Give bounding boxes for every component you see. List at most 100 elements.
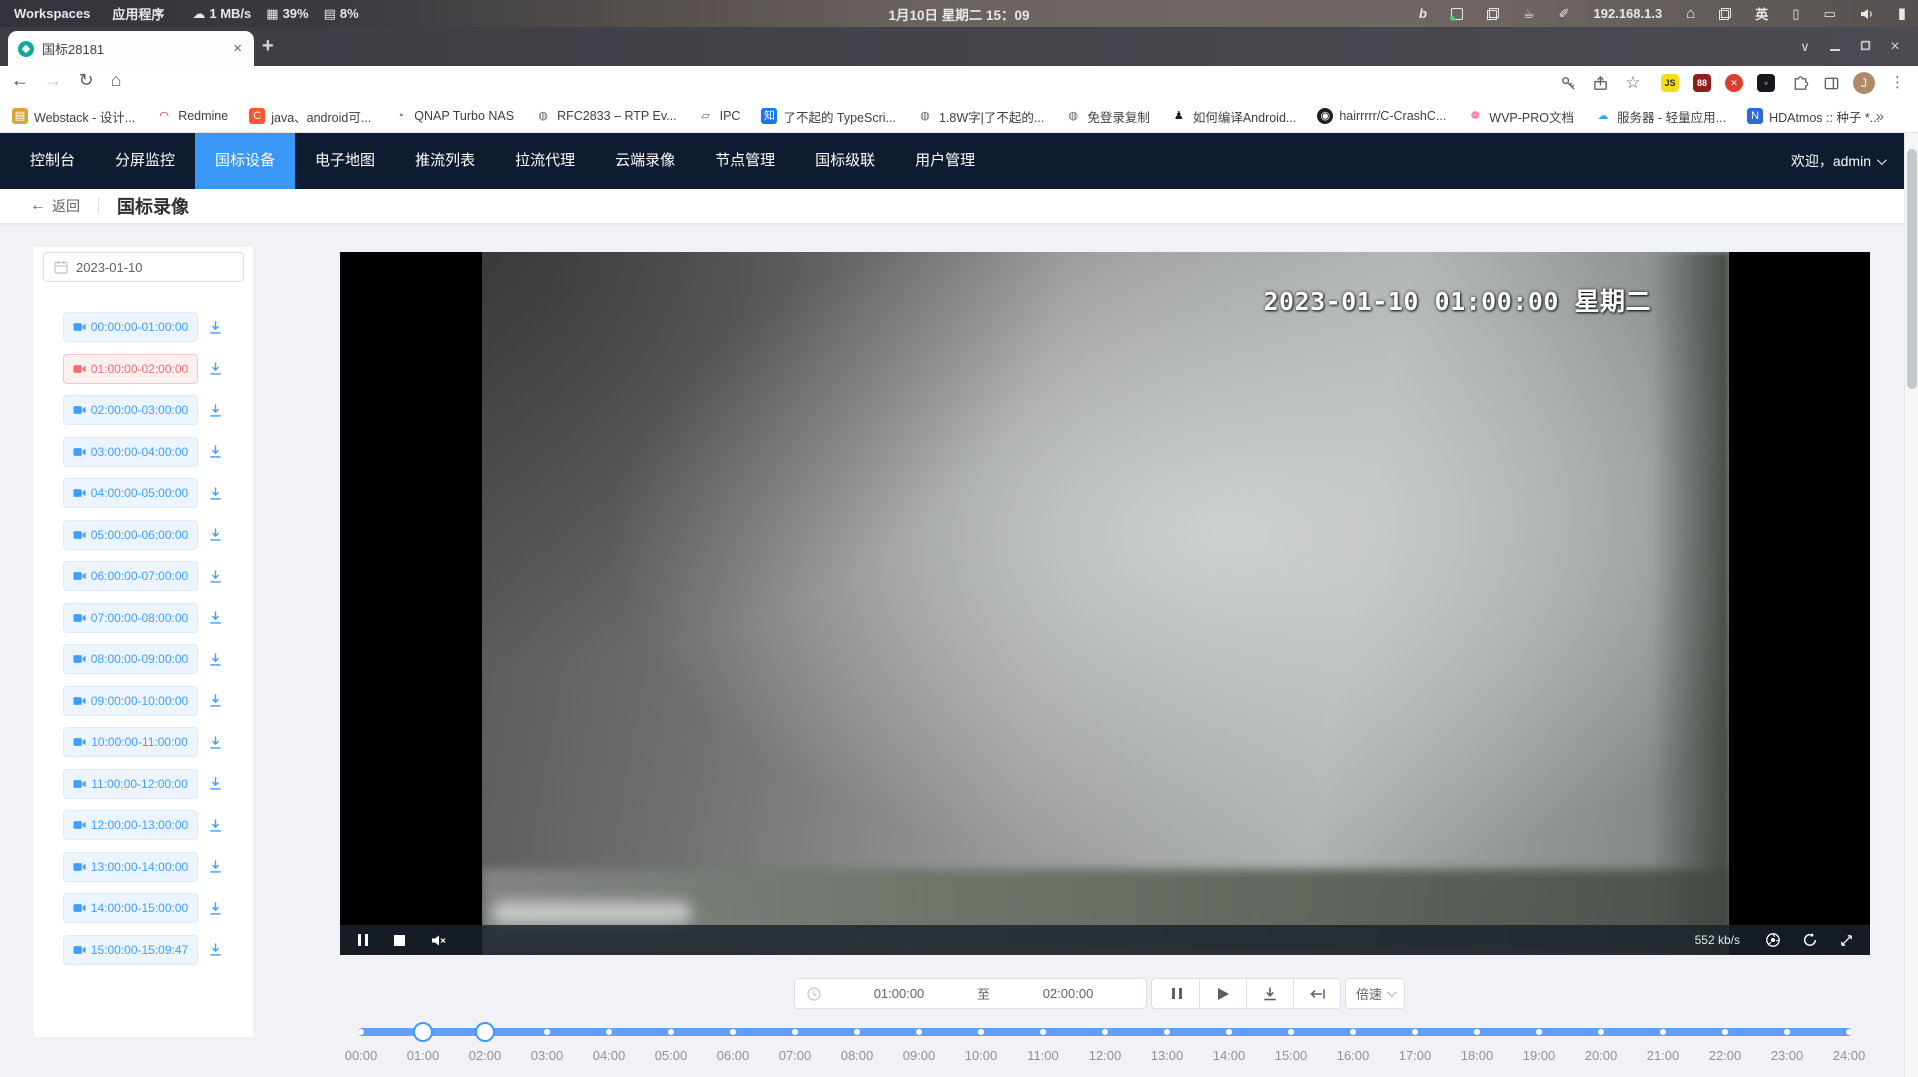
nav-item-用户管理[interactable]: 用户管理 xyxy=(895,133,995,189)
play-button[interactable] xyxy=(1199,979,1246,1008)
home-button-icon[interactable]: ⌂ xyxy=(103,70,129,91)
nav-item-拉流代理[interactable]: 拉流代理 xyxy=(495,133,595,189)
ip-address-indicator[interactable]: 192.168.1.3 xyxy=(1594,6,1663,21)
segment-download-icon[interactable] xyxy=(208,942,223,957)
key-icon[interactable] xyxy=(1557,73,1579,93)
segment-button[interactable]: 06:00:00-07:00:00 xyxy=(63,561,198,591)
segment-button[interactable]: 08:00:00-09:00:00 xyxy=(63,644,198,674)
segment-button[interactable]: 03:00:00-04:00:00 xyxy=(63,437,198,467)
segment-download-icon[interactable] xyxy=(208,486,223,501)
window-close-button[interactable]: × xyxy=(1880,38,1910,56)
bookmark-item[interactable]: NHDAtmos :: 种子 *... xyxy=(1747,107,1880,126)
bookmark-item[interactable]: ♟如何编译Android... xyxy=(1171,107,1297,126)
end-time-value[interactable]: 02:00:00 xyxy=(990,986,1146,1001)
scrollbar-thumb[interactable] xyxy=(1907,149,1917,389)
nav-item-控制台[interactable]: 控制台 xyxy=(10,133,95,189)
bookmark-item[interactable]: 知了不起的 TypeScri... xyxy=(761,107,896,126)
bookmark-item[interactable]: ❁WVP-PRO文档 xyxy=(1467,107,1574,126)
player-stop-icon[interactable] xyxy=(394,935,405,946)
bookmark-item[interactable]: ◍免登录复制 xyxy=(1065,107,1150,126)
memory-usage-indicator[interactable]: ▤ 8% xyxy=(324,6,359,21)
timeline-handle[interactable] xyxy=(475,1022,495,1042)
bookmark-item[interactable]: ◍RFC2833 – RTP Ev... xyxy=(535,108,677,124)
back-icon[interactable]: ← xyxy=(7,70,33,91)
download-button[interactable] xyxy=(1246,979,1293,1008)
segment-download-icon[interactable] xyxy=(208,610,223,625)
js-extension-icon[interactable]: JS xyxy=(1661,74,1679,92)
segment-download-icon[interactable] xyxy=(208,361,223,376)
segment-download-icon[interactable] xyxy=(208,693,223,708)
segment-download-icon[interactable] xyxy=(208,735,223,750)
volume-icon[interactable] xyxy=(1860,8,1874,20)
video-player[interactable]: 2023-01-10 01:00:00 星期二 552 kb/s xyxy=(340,252,1870,955)
segment-button[interactable]: 12:00:00-13:00:00 xyxy=(63,810,198,840)
network-speed-indicator[interactable]: ☁ 1 MB/s xyxy=(192,6,251,21)
segment-download-icon[interactable] xyxy=(208,818,223,833)
segment-button[interactable]: 02:00:00-03:00:00 xyxy=(63,395,198,425)
caffeine-icon[interactable]: ☕ xyxy=(1523,7,1535,20)
home-icon[interactable]: ⌂ xyxy=(1686,6,1695,21)
nav-item-电子地图[interactable]: 电子地图 xyxy=(295,133,395,189)
bookmark-item[interactable]: Cjava、android可... xyxy=(249,107,371,126)
segment-button[interactable]: 11:00:00-12:00:00 xyxy=(63,769,198,799)
bookmark-item[interactable]: ▤Webstack - 设计... xyxy=(12,107,135,126)
segment-download-icon[interactable] xyxy=(208,776,223,791)
input-method-indicator[interactable]: 英 xyxy=(1755,4,1768,23)
refresh-icon[interactable] xyxy=(1802,932,1818,948)
segment-download-icon[interactable] xyxy=(208,901,223,916)
clipboard-manager-icon[interactable] xyxy=(1487,8,1499,20)
red-badge-extension-icon[interactable]: 88 xyxy=(1693,74,1711,92)
page-scrollbar[interactable] xyxy=(1904,133,1918,1077)
nav-item-云端录像[interactable]: 云端录像 xyxy=(595,133,695,189)
back-button[interactable]: 返回 xyxy=(52,196,80,216)
window-restore-button[interactable] xyxy=(1850,39,1880,54)
segment-button[interactable]: 04:00:00-05:00:00 xyxy=(63,478,198,508)
tray-app-b-icon[interactable]: b xyxy=(1419,7,1427,20)
segment-button[interactable]: 15:00:00-15:09:47 xyxy=(63,935,198,965)
segment-download-icon[interactable] xyxy=(208,859,223,874)
segment-download-icon[interactable] xyxy=(208,403,223,418)
cpu-usage-indicator[interactable]: ▦ 39% xyxy=(266,6,308,21)
window-minimize-button[interactable] xyxy=(1820,39,1850,54)
forward-icon[interactable]: → xyxy=(40,70,66,91)
browser-tab[interactable]: 国标28181 × xyxy=(8,31,254,66)
segment-button[interactable]: 05:00:00-06:00:00 xyxy=(63,520,198,550)
start-time-value[interactable]: 01:00:00 xyxy=(821,986,977,1001)
new-tab-button[interactable]: + xyxy=(262,35,274,57)
snapshot-icon[interactable] xyxy=(1765,932,1781,948)
workspace-switcher-icon[interactable] xyxy=(1719,8,1731,20)
timeline-handle[interactable] xyxy=(413,1022,433,1042)
bookmark-item[interactable]: ◉hairrrrr/C-CrashC... xyxy=(1317,108,1446,124)
nav-item-国标级联[interactable]: 国标级联 xyxy=(795,133,895,189)
segment-download-icon[interactable] xyxy=(208,320,223,335)
adblock-extension-icon[interactable]: ✕ xyxy=(1725,74,1743,92)
seek-back-button[interactable] xyxy=(1293,979,1340,1008)
tab-search-icon[interactable]: ∨ xyxy=(1790,39,1820,55)
workspaces-button[interactable]: Workspaces xyxy=(14,6,90,21)
color-picker-icon[interactable]: ✐ xyxy=(1559,7,1570,20)
display-icon[interactable]: ▭ xyxy=(1823,7,1835,20)
segment-button[interactable]: 10:00:00-11:00:00 xyxy=(63,727,198,757)
segment-button[interactable]: 09:00:00-10:00:00 xyxy=(63,686,198,716)
share-icon[interactable] xyxy=(1589,73,1611,93)
segment-download-icon[interactable] xyxy=(208,527,223,542)
user-menu[interactable]: 欢迎，admin xyxy=(1791,151,1884,171)
segment-button[interactable]: 14:00:00-15:00:00 xyxy=(63,893,198,923)
bookmark-item[interactable]: ☁服务器 - 轻量应用... xyxy=(1595,107,1726,126)
date-picker-input[interactable]: 2023-01-10 xyxy=(43,252,244,282)
tab-close-icon[interactable]: × xyxy=(231,40,244,57)
segment-download-icon[interactable] xyxy=(208,652,223,667)
bookmark-item[interactable]: ◠Redmine xyxy=(156,108,228,124)
browser-menu-kebab-icon[interactable]: ⋮ xyxy=(1890,73,1905,91)
side-panel-icon[interactable] xyxy=(1820,73,1842,93)
player-pause-icon[interactable] xyxy=(358,934,368,946)
dark-extension-icon[interactable]: ▫ xyxy=(1757,74,1775,92)
bookmarks-overflow-icon[interactable]: » xyxy=(1876,108,1884,125)
nav-item-节点管理[interactable]: 节点管理 xyxy=(695,133,795,189)
segment-download-icon[interactable] xyxy=(208,569,223,584)
segment-button[interactable]: 01:00:00-02:00:00 xyxy=(63,354,198,384)
bookmark-item[interactable]: ▱IPC xyxy=(698,108,741,124)
battery-icon[interactable]: ▮ xyxy=(1898,6,1906,21)
segment-button[interactable]: 00:00:00-01:00:00 xyxy=(63,312,198,342)
back-arrow-icon[interactable]: ← xyxy=(30,197,46,215)
